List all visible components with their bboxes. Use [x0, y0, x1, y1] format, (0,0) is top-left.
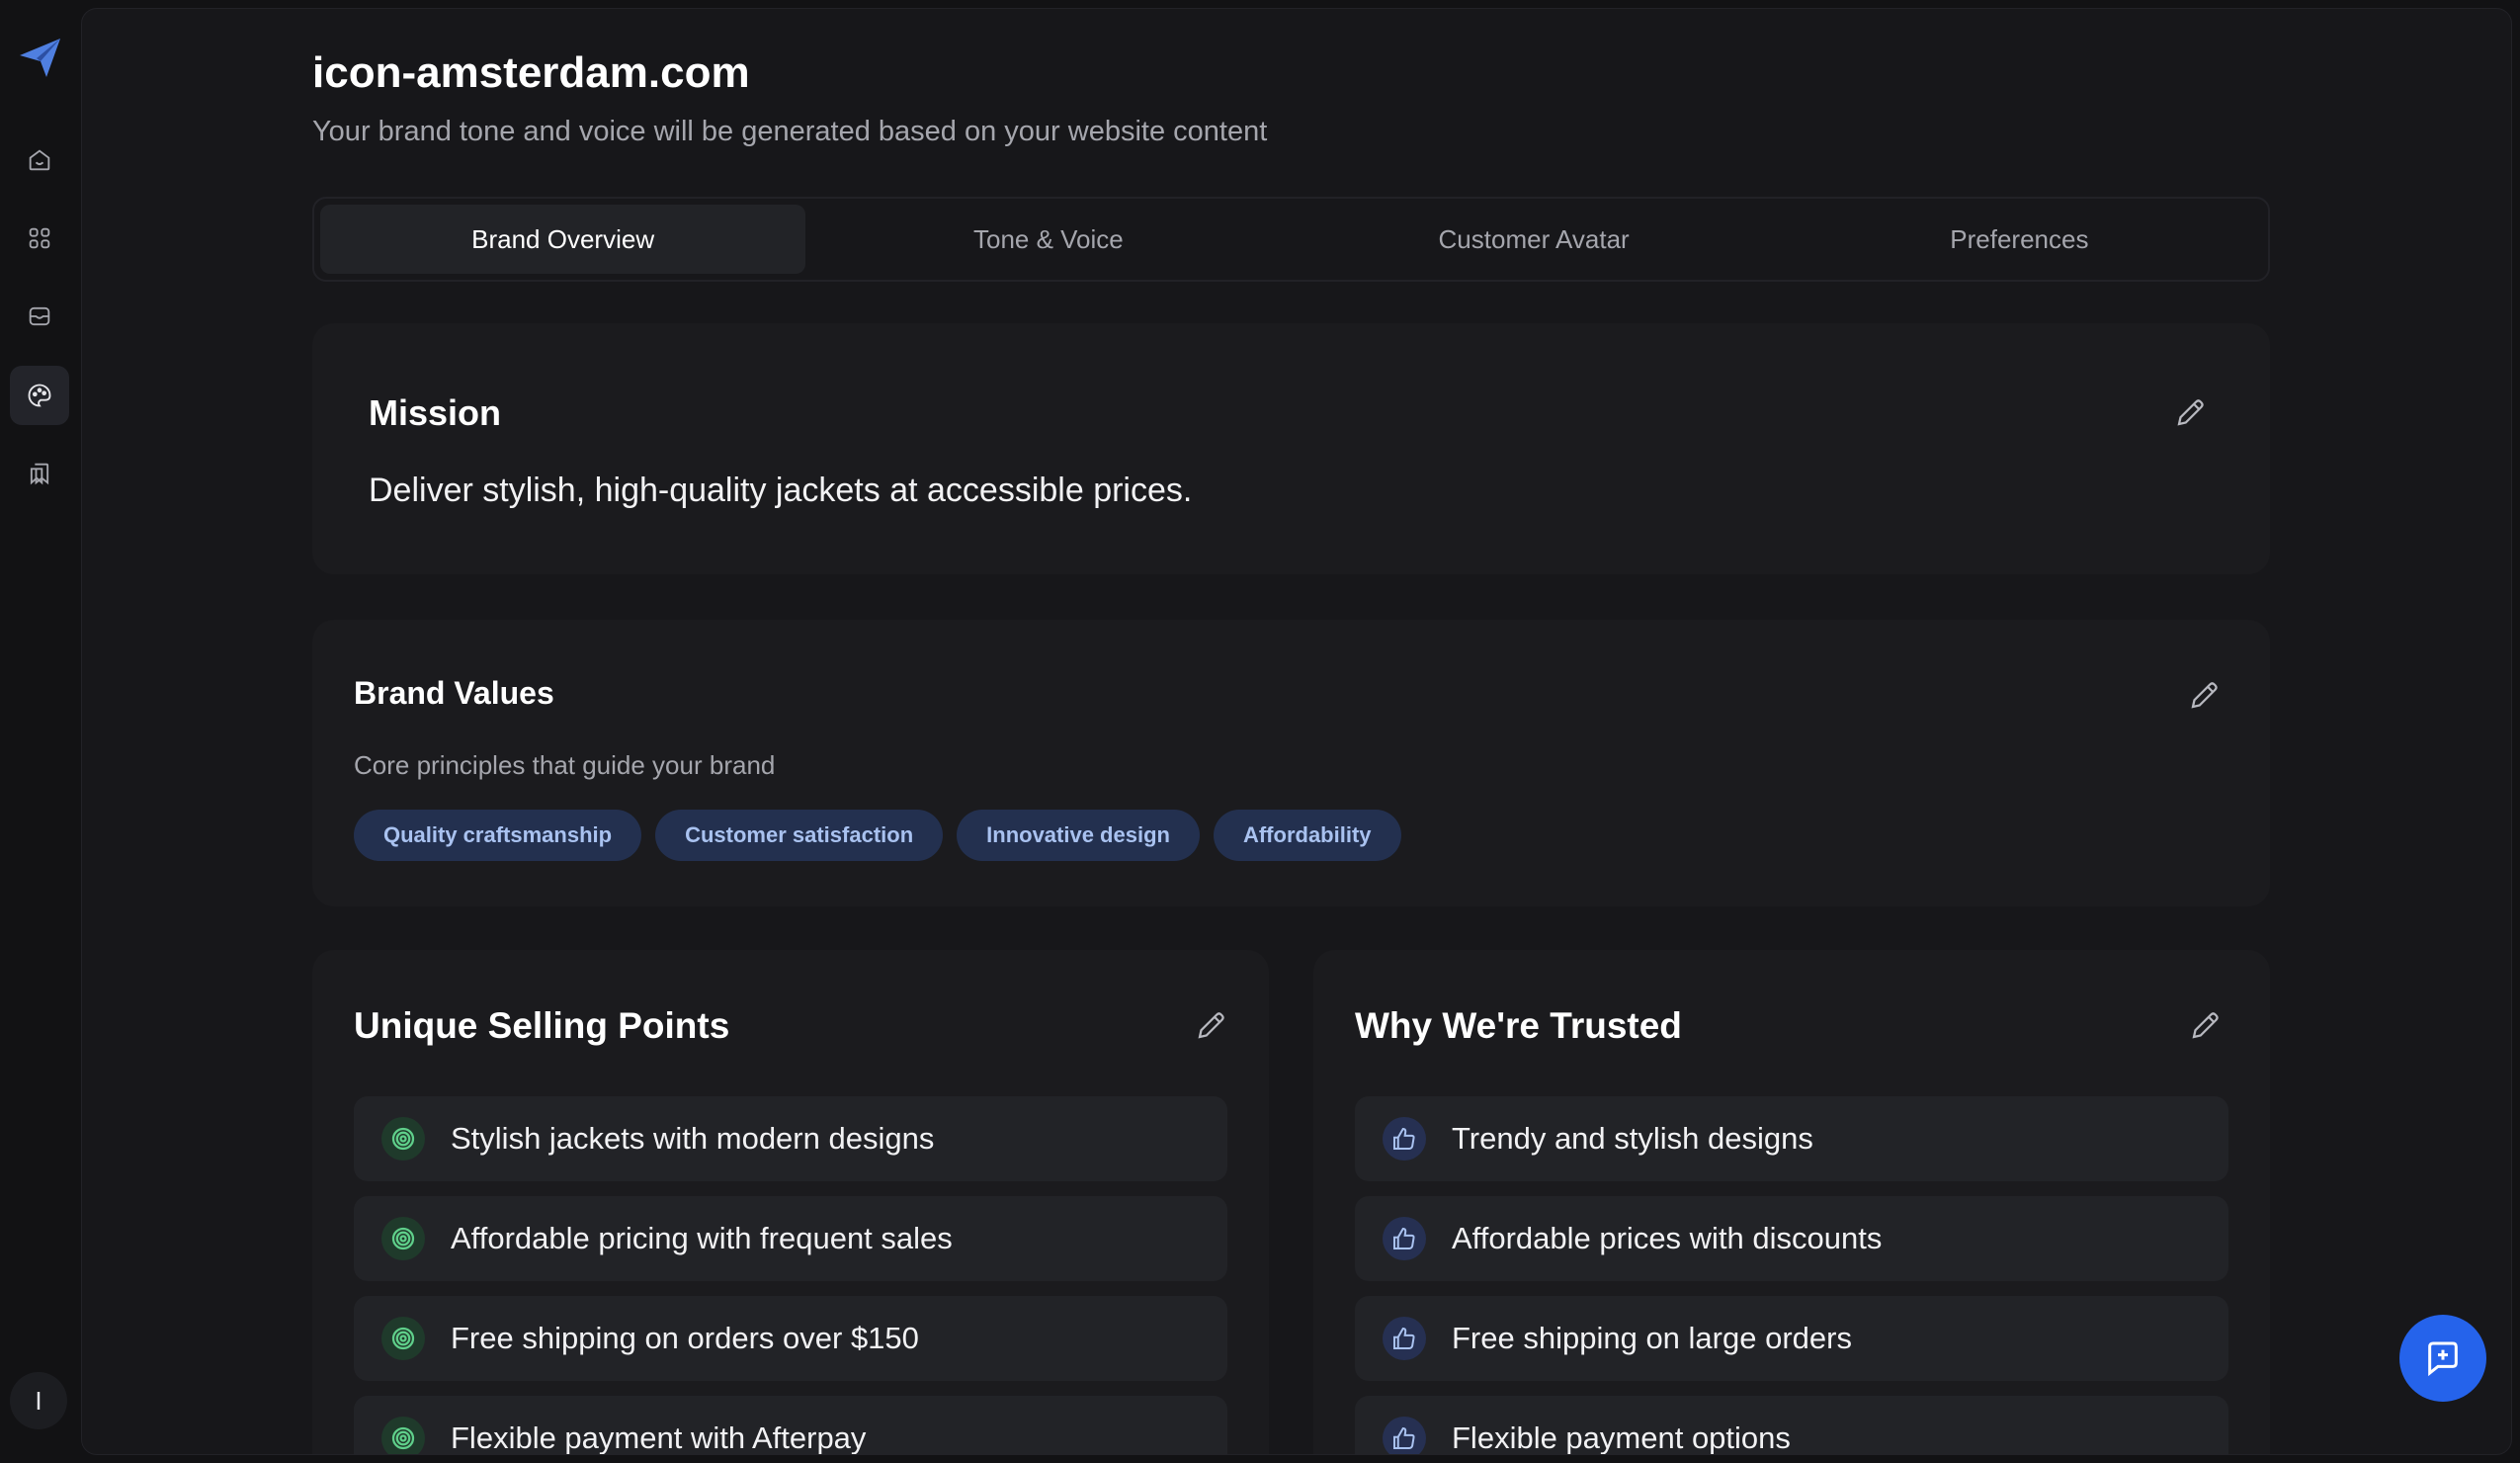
- edit-usp-button[interactable]: [1194, 1007, 1229, 1043]
- list-item-label: Flexible payment with Afterpay: [451, 1420, 867, 1455]
- sidebar: I: [0, 0, 81, 1463]
- list-item: Affordable prices with discounts: [1355, 1196, 2228, 1281]
- list-item: Free shipping on orders over $150: [354, 1296, 1227, 1381]
- list-item: Trendy and stylish designs: [1355, 1096, 2228, 1181]
- sidebar-item-apps[interactable]: [10, 209, 69, 268]
- tab-brand-overview[interactable]: Brand Overview: [320, 205, 806, 274]
- list-item-label: Affordable prices with discounts: [1452, 1221, 1883, 1255]
- sidebar-item-home[interactable]: [10, 130, 69, 190]
- target-icon: [381, 1117, 425, 1161]
- list-item-label: Free shipping on orders over $150: [451, 1321, 919, 1355]
- edit-trusted-button[interactable]: [2188, 1007, 2224, 1043]
- thumbs-up-icon: [1383, 1317, 1426, 1360]
- edit-mission-button[interactable]: [2173, 394, 2209, 430]
- mission-text: Deliver stylish, high-quality jackets at…: [369, 472, 1193, 509]
- chat-plus-icon: [2428, 1341, 2458, 1377]
- usp-title: Unique Selling Points: [354, 1005, 730, 1046]
- edit-brand-values-button[interactable]: [2187, 677, 2223, 713]
- value-chip: Affordability: [1213, 810, 1401, 861]
- list-item: Flexible payment options: [1355, 1396, 2228, 1455]
- pencil-icon: [2192, 1012, 2219, 1039]
- pencil-icon: [1198, 1012, 1224, 1039]
- usp-list: Stylish jackets with modern designs Affo…: [354, 1096, 1227, 1455]
- pencil-icon: [2177, 399, 2204, 426]
- trusted-title: Why We're Trusted: [1355, 1005, 1682, 1046]
- list-item-label: Affordable pricing with frequent sales: [451, 1221, 953, 1255]
- brand-values-title: Brand Values: [354, 675, 554, 711]
- main-panel: icon-amsterdam.com Your brand tone and v…: [81, 8, 2512, 1455]
- value-chip: Quality craftsmanship: [354, 810, 642, 861]
- tab-bar: Brand Overview Tone & Voice Customer Ava…: [312, 197, 2270, 282]
- bookmarks-icon: [30, 463, 49, 485]
- sidebar-item-inbox[interactable]: [10, 287, 69, 346]
- avatar[interactable]: I: [10, 1372, 67, 1429]
- list-item: Free shipping on large orders: [1355, 1296, 2228, 1381]
- value-chip: Customer satisfaction: [655, 810, 944, 861]
- page-title: icon-amsterdam.com: [312, 48, 750, 97]
- list-item-label: Free shipping on large orders: [1452, 1321, 1852, 1355]
- page-subtitle: Your brand tone and voice will be genera…: [312, 116, 1268, 147]
- list-item: Affordable pricing with frequent sales: [354, 1196, 1227, 1281]
- list-item: Stylish jackets with modern designs: [354, 1096, 1227, 1181]
- brand-values-card: Brand Values Core principles that guide …: [312, 620, 2270, 906]
- brand-values-subtitle: Core principles that guide your brand: [354, 750, 776, 780]
- brand-values-list: Quality craftsmanship Customer satisfact…: [354, 810, 1401, 861]
- tab-customer-avatar[interactable]: Customer Avatar: [1292, 205, 1777, 274]
- thumbs-up-icon: [1383, 1217, 1426, 1260]
- target-icon: [381, 1217, 425, 1260]
- grid-icon: [29, 227, 50, 249]
- pencil-icon: [2191, 682, 2218, 709]
- tab-preferences[interactable]: Preferences: [1777, 205, 2262, 274]
- mail-icon: [29, 306, 50, 326]
- sidebar-item-library[interactable]: [10, 444, 69, 503]
- mission-card: Mission Deliver stylish, high-quality ja…: [312, 323, 2270, 574]
- sidebar-item-brand[interactable]: [10, 366, 69, 425]
- chat-button[interactable]: [2399, 1315, 2486, 1402]
- list-item-label: Flexible payment options: [1452, 1420, 1791, 1455]
- list-item-label: Trendy and stylish designs: [1452, 1121, 1813, 1156]
- thumbs-up-icon: [1383, 1417, 1426, 1454]
- target-icon: [381, 1317, 425, 1360]
- trusted-card: Why We're Trusted Trendy and stylish des…: [1313, 950, 2270, 1455]
- palette-icon: [28, 384, 51, 407]
- mission-title: Mission: [369, 392, 502, 433]
- usp-card: Unique Selling Points Stylish jackets wi…: [312, 950, 1269, 1455]
- list-item-label: Stylish jackets with modern designs: [451, 1121, 935, 1156]
- target-icon: [381, 1417, 425, 1454]
- list-item: Flexible payment with Afterpay: [354, 1396, 1227, 1455]
- trusted-list: Trendy and stylish designs Affordable pr…: [1355, 1096, 2228, 1455]
- value-chip: Innovative design: [957, 810, 1200, 861]
- thumbs-up-icon: [1383, 1117, 1426, 1161]
- tab-tone-voice[interactable]: Tone & Voice: [805, 205, 1291, 274]
- paper-plane-icon[interactable]: [17, 34, 64, 81]
- home-icon: [29, 149, 50, 171]
